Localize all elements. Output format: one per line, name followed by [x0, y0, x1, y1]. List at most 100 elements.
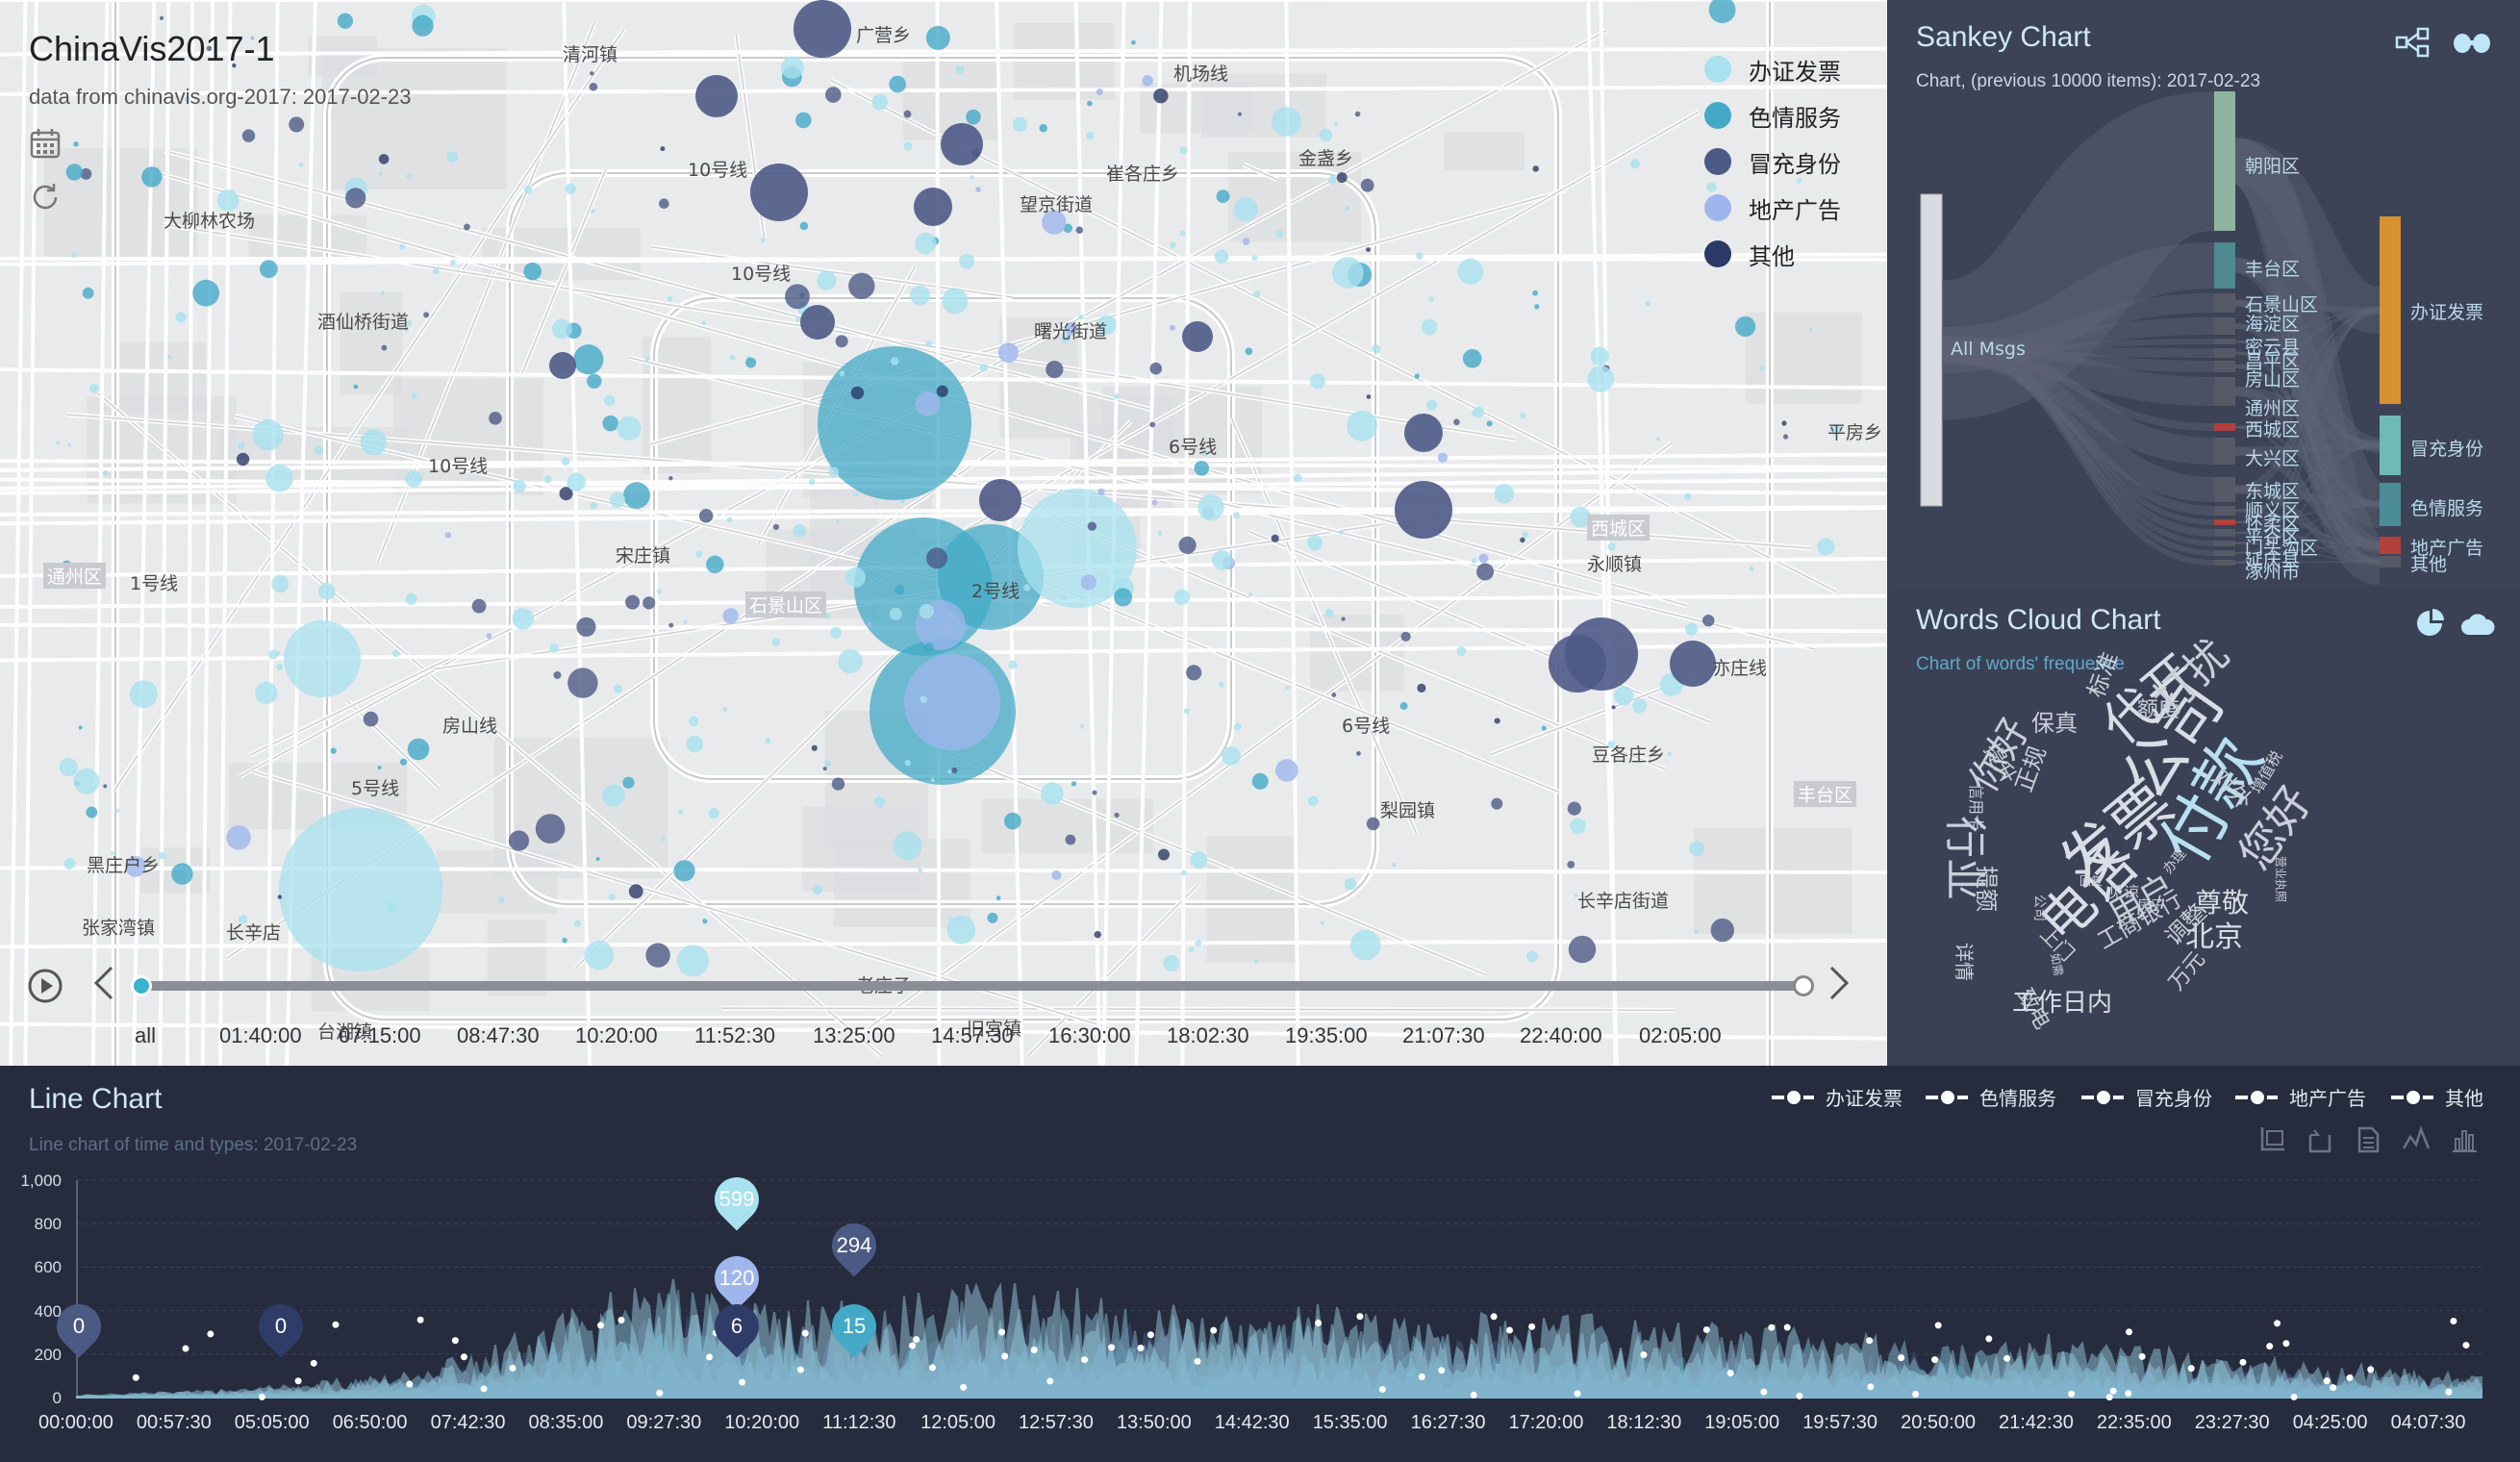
timeline-end-handle[interactable]: [1793, 975, 1814, 996]
sankey-node-type[interactable]: [2380, 216, 2401, 404]
legend-label: 其他: [1749, 242, 1795, 270]
sankey-node-district[interactable]: [2214, 293, 2235, 313]
word-cloud-item[interactable]: 保真: [2031, 712, 2078, 735]
legend-item[interactable]: 色情服务: [1704, 92, 1858, 139]
calendar-icon[interactable]: [29, 127, 65, 164]
sankey-node-district[interactable]: [2214, 91, 2235, 231]
x-axis-tick: 11:12:30: [822, 1412, 896, 1433]
sankey-district-label: 房山区: [2245, 369, 2301, 391]
linechart-marker-label: 15: [842, 1314, 867, 1338]
word-cloud-item[interactable]: 详情: [1953, 943, 1976, 981]
x-axis-tick: 15:35:00: [1312, 1412, 1388, 1433]
word-cloud-item[interactable]: 额度: [2137, 700, 2180, 721]
sankey-panel: Sankey Chart Chart, (previous 10000 item…: [1887, 0, 2520, 587]
page-subtitle: data from chinavis.org-2017: 2017-02-23: [29, 85, 412, 109]
x-axis-tick: 06:50:00: [332, 1412, 408, 1433]
refresh-icon[interactable]: [29, 181, 65, 217]
legend-dot-icon: [1704, 148, 1731, 175]
timeline-label[interactable]: 07:15:00: [339, 1023, 421, 1048]
word-cloud-item[interactable]: 信用卡: [1967, 784, 1985, 830]
map-place-label: 平房乡: [1827, 422, 1883, 443]
timeline-label[interactable]: 18:02:30: [1167, 1023, 1249, 1048]
timeline-start-handle[interactable]: [131, 975, 152, 996]
timeline-label[interactable]: 21:07:30: [1402, 1023, 1485, 1048]
timeline-label[interactable]: 22:40:00: [1520, 1023, 1602, 1048]
map-place-label: 10号线: [688, 160, 748, 181]
page-title: ChinaVis2017-1: [29, 29, 275, 68]
x-axis-tick: 21:42:30: [1999, 1412, 2074, 1433]
sankey-node-district[interactable]: [2214, 529, 2235, 537]
timeline-track[interactable]: [135, 981, 1808, 991]
sankey-node-district[interactable]: [2214, 550, 2235, 556]
x-axis-tick: 14:42:30: [1214, 1412, 1290, 1433]
map-place-label: 酒仙桥街道: [317, 312, 410, 333]
sankey-node-type[interactable]: [2380, 416, 2401, 475]
timeline-label[interactable]: 19:35:00: [1285, 1023, 1368, 1048]
sankey-district-label: 涿州市: [2245, 562, 2301, 583]
legend-label: 地产广告: [1749, 196, 1841, 224]
line-chart[interactable]: [0, 1066, 2520, 1462]
sankey-district-label: 海淀区: [2245, 314, 2301, 335]
timeline-label[interactable]: 14:57:30: [931, 1023, 1014, 1048]
timeline-label[interactable]: 16:30:00: [1048, 1023, 1131, 1048]
legend-item[interactable]: 地产广告: [1704, 185, 1858, 231]
timeline-label[interactable]: 11:52:30: [694, 1023, 775, 1048]
linechart-series[interactable]: [76, 1278, 2482, 1399]
y-axis-tick: 200: [34, 1345, 62, 1364]
word-cloud-item[interactable]: 回复: [2079, 875, 2103, 887]
map-place-label: 永顺镇: [1587, 554, 1643, 575]
timeline-label[interactable]: 02:05:00: [1639, 1023, 1722, 1048]
map-place-label: 西城区: [1587, 515, 1651, 541]
timeline-label[interactable]: 13:25:00: [813, 1023, 895, 1048]
word-cloud-item[interactable]: 房子: [2137, 899, 2164, 913]
sankey-node-district[interactable]: [2214, 317, 2235, 335]
timeline-label[interactable]: 01:40:00: [219, 1023, 302, 1048]
sankey-node-district[interactable]: [2214, 339, 2235, 344]
linechart-marker-label: 6: [730, 1314, 743, 1338]
x-axis-tick: 12:57:30: [1019, 1412, 1094, 1433]
sankey-type-label: 办证发票: [2410, 302, 2484, 323]
legend-item[interactable]: 冒充身份: [1704, 139, 1858, 185]
map-place-label: 广营乡: [856, 25, 912, 46]
sankey-district-label: 丰台区: [2245, 259, 2301, 280]
word-cloud-item[interactable]: 万元: [2164, 947, 2209, 996]
sankey-node-district[interactable]: [2214, 361, 2235, 372]
sankey-node-type[interactable]: [2380, 537, 2401, 554]
sankey-node-district[interactable]: [2214, 377, 2235, 406]
sankey-node-district[interactable]: [2214, 560, 2235, 566]
timeline-label[interactable]: 10:20:00: [575, 1023, 658, 1048]
sankey-type-label: 色情服务: [2410, 498, 2484, 519]
sankey-node-district[interactable]: [2214, 477, 2235, 502]
word-cloud-item[interactable]: 公司: [2031, 895, 2047, 921]
sankey-node-type[interactable]: [2380, 556, 2401, 567]
sankey-node-district[interactable]: [2214, 506, 2235, 516]
map-place-label: 崔各庄乡: [1106, 164, 1180, 185]
map-place-label: 亦庄线: [1712, 658, 1768, 679]
timeline-label[interactable]: 08:47:30: [457, 1023, 540, 1048]
word-cloud-item[interactable]: 如需: [2048, 952, 2065, 977]
legend-dot-icon: [1704, 240, 1731, 267]
sankey-node-district[interactable]: [2214, 438, 2235, 465]
legend-item[interactable]: 其他: [1704, 231, 1858, 277]
x-axis-tick: 04:07:30: [2390, 1412, 2466, 1433]
word-cloud-item[interactable]: 营业执照: [2274, 856, 2287, 902]
sankey-node-district[interactable]: [2214, 423, 2235, 431]
word-cloud-item[interactable]: 办理: [2160, 846, 2189, 877]
cloud-icon[interactable]: [2460, 612, 2495, 644]
sankey-node-district[interactable]: [2214, 348, 2235, 358]
sankey-district-label: 西城区: [2245, 419, 2301, 441]
sankey-node-type[interactable]: [2380, 483, 2401, 526]
y-axis-tick: 800: [34, 1215, 62, 1234]
sankey-node-district[interactable]: [2214, 541, 2235, 546]
word-cloud-item[interactable]: 见谅: [2108, 885, 2139, 900]
linechart-marker-label: 120: [718, 1266, 755, 1290]
timeline-label[interactable]: all: [135, 1023, 156, 1048]
wordcloud-panel: Words Cloud Chart Chart of words' freque…: [1887, 587, 2520, 1066]
sankey-node-district[interactable]: [2214, 519, 2235, 525]
legend-item[interactable]: 办证发票: [1704, 46, 1858, 92]
pie-chart-icon[interactable]: [2414, 608, 2445, 646]
word-cloud-item[interactable]: 提额: [1973, 866, 2000, 912]
sankey-node-source[interactable]: [1920, 193, 1943, 507]
sankey-node-district[interactable]: [2214, 242, 2235, 289]
map-view[interactable]: 清河镇 广营乡 机场线 10号线 崔各庄乡 金盏乡 大柳林农场 望京街道 10号线 酒仙桥街道 曙光…: [0, 0, 1887, 1066]
